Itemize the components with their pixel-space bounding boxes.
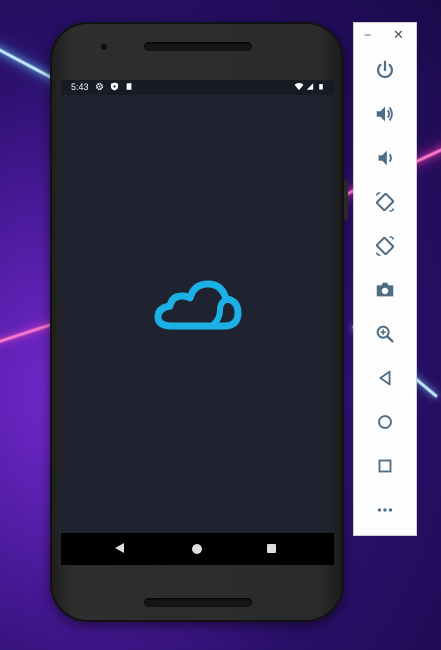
cloud-logo-icon [154, 280, 242, 330]
rotate-right-button[interactable] [371, 232, 399, 260]
earpiece-speaker [144, 42, 252, 51]
more-icon [377, 508, 393, 512]
volume-down-icon [378, 150, 392, 166]
nav-recents-button[interactable] [267, 544, 276, 553]
settings-gear-icon [95, 82, 104, 92]
bottom-speaker [144, 598, 252, 607]
device-frame: 5:43 [50, 22, 348, 622]
rotate-right-icon [375, 236, 395, 256]
rotate-left-icon [375, 192, 395, 212]
nav-back-button[interactable] [115, 543, 124, 553]
front-camera [101, 44, 107, 50]
back-button[interactable] [371, 364, 399, 392]
volume-up-icon [376, 106, 393, 122]
overview-button[interactable] [371, 452, 399, 480]
zoom-button[interactable] [371, 320, 399, 348]
shield-icon [110, 82, 119, 92]
rotate-left-button[interactable] [371, 188, 399, 216]
power-icon [377, 60, 393, 79]
home-icon [378, 415, 392, 429]
nav-home-button[interactable] [192, 544, 202, 554]
cell-signal-icon [305, 82, 314, 92]
overview-icon [378, 459, 392, 473]
zoom-icon [376, 325, 394, 343]
sd-card-icon [124, 82, 133, 92]
minimize-button[interactable]: − [364, 28, 371, 42]
navigation-bar [61, 533, 334, 565]
emulator-toolbar: − ✕ [353, 22, 417, 536]
battery-icon [316, 82, 325, 92]
screenshot-button[interactable] [371, 276, 399, 304]
side-button [344, 180, 348, 220]
status-bar: 5:43 [61, 80, 334, 95]
power-button[interactable] [371, 56, 399, 84]
home-button[interactable] [371, 408, 399, 436]
camera-icon [376, 282, 394, 297]
device-screen[interactable]: 5:43 [61, 80, 334, 565]
more-button[interactable] [371, 496, 399, 524]
volume-down-button[interactable] [371, 144, 399, 172]
wifi-icon [294, 82, 304, 92]
back-icon [379, 370, 391, 386]
status-time: 5:43 [71, 82, 89, 92]
close-button[interactable]: ✕ [393, 27, 404, 43]
volume-up-button[interactable] [371, 100, 399, 128]
